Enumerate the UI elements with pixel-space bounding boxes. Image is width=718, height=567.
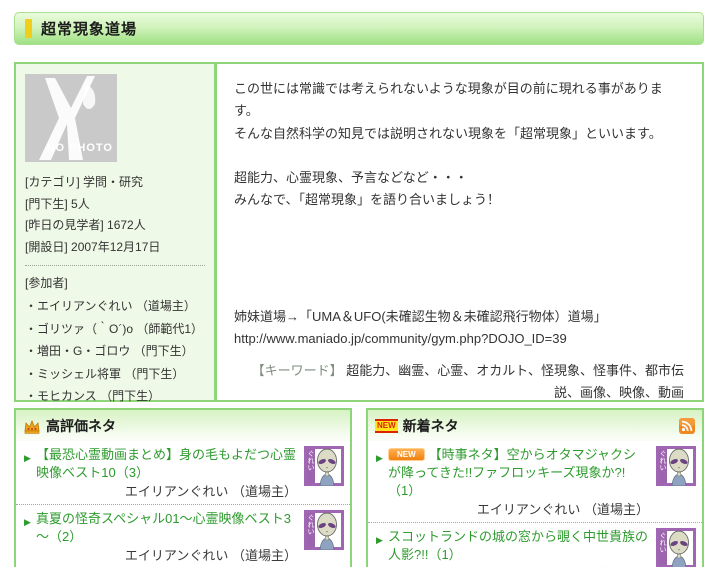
avatar[interactable]: ぐれい bbox=[656, 446, 696, 486]
info-label: [昨日の見学者] bbox=[25, 218, 104, 232]
info-value: 1672人 bbox=[107, 218, 146, 232]
panel-top-rated: 高評価ネタ ▶ 【最恐心霊動画まとめ】身の毛もよだつ心霊映像ベスト10（3） エイ… bbox=[14, 408, 352, 567]
panel-new-topics-header: NEW 新着ネタ bbox=[368, 410, 702, 441]
panel-top-rated-header: 高評価ネタ bbox=[16, 410, 350, 441]
avatar[interactable]: ぐれい bbox=[656, 528, 696, 567]
avatar[interactable]: ぐれい bbox=[304, 446, 344, 486]
topic-link[interactable]: 【最恐心霊動画まとめ】身の毛もよだつ心霊映像ベスト10（3） bbox=[36, 447, 296, 480]
crown-icon bbox=[23, 419, 41, 434]
avatar-name-strip: ぐれい bbox=[307, 450, 315, 471]
topic-author: エイリアンぐれい （道場主） bbox=[376, 501, 649, 519]
rss-icon[interactable] bbox=[679, 418, 695, 434]
panel-title: 新着ネタ bbox=[403, 416, 459, 436]
info-visitors: [昨日の見学者] 1672人 bbox=[25, 216, 205, 235]
description-line: そんな自然科学の知見では説明されない現象を「超常現象」といいます。 bbox=[234, 123, 686, 145]
members-heading: [参加者] bbox=[25, 274, 205, 293]
no-photo-label: NO PHOTO bbox=[25, 140, 113, 157]
list-item: ▶スコットランドの城の窓から覗く中世貴族の人影?!!（1） エイリアンぐれい （… bbox=[368, 522, 702, 567]
no-photo-image: NO PHOTO bbox=[25, 74, 117, 162]
description-line: みんなで、「超常現象」を語り合いましょう！ bbox=[234, 189, 686, 211]
topic-link[interactable]: 【時事ネタ】空からオタマジャクシが降ってきた!!ファフロッキーズ現象か?!（1） bbox=[388, 447, 636, 498]
dojo-description: この世には常識では考えられないような現象が目の前に現れる事があります。 そんな自… bbox=[217, 64, 702, 400]
title-accent-bar bbox=[25, 19, 32, 38]
topic-author: エイリアンぐれい （道場主） bbox=[24, 483, 297, 501]
member-item[interactable]: ・モヒカンス （門下生） bbox=[25, 387, 205, 406]
avatar[interactable]: ぐれい bbox=[304, 510, 344, 550]
triangle-bullet-icon: ▶ bbox=[376, 449, 383, 467]
panel-new-topics: NEW 新着ネタ ▶NEW【時事ネタ】空からオタマジャクシが降ってきた!!ファフ… bbox=[366, 408, 704, 567]
triangle-bullet-icon: ▶ bbox=[24, 449, 31, 467]
avatar-name-strip: ぐれい bbox=[659, 532, 667, 553]
panel-title: 高評価ネタ bbox=[46, 416, 116, 436]
keywords-line: 【キーワード】 超能力、幽霊、心霊、オカルト、怪現象、怪事件、都市伝説、画像、映… bbox=[234, 360, 686, 405]
description-line: この世には常識では考えられないような現象が目の前に現れる事があります。 bbox=[234, 78, 686, 123]
page: 超常現象道場 NO PHOTO [カテゴリ] 学問・研究 [門下生] 5人 [昨… bbox=[0, 12, 718, 567]
info-label: [開設日] bbox=[25, 240, 68, 254]
info-founded: [開設日] 2007年12月17日 bbox=[25, 238, 205, 257]
list-item: ▶ 【最恐心霊動画まとめ】身の毛もよだつ心霊映像ベスト10（3） エイリアンぐれい… bbox=[16, 441, 350, 504]
topic-link[interactable]: 真夏の怪奇スペシャル01～心霊映像ベスト3～（2） bbox=[36, 511, 291, 544]
member-item[interactable]: ・ミッシェル将軍 （門下生） bbox=[25, 365, 205, 384]
sister-dojo-url: http://www.maniado.jp/community/gym.php?… bbox=[234, 328, 686, 350]
topic-author: エイリアンぐれい （道場主） bbox=[24, 547, 297, 565]
avatar-name-strip: ぐれい bbox=[659, 450, 667, 471]
sister-dojo-line: 姉妹道場→「UMA＆UFO(未確認生物＆未確認飛行物体）道場」 bbox=[234, 306, 686, 328]
member-item[interactable]: ・ゴリツァ（｀O´)o （師範代1） bbox=[25, 320, 205, 339]
info-value: 5人 bbox=[71, 197, 90, 211]
info-value: 2007年12月17日 bbox=[71, 240, 160, 254]
sidebar: NO PHOTO [カテゴリ] 学問・研究 [門下生] 5人 [昨日の見学者] … bbox=[16, 64, 217, 400]
member-item[interactable]: ・エイリアンぐれい （道場主） bbox=[25, 297, 205, 316]
triangle-bullet-icon: ▶ bbox=[24, 513, 31, 531]
keywords-text: 超能力、幽霊、心霊、オカルト、怪現象、怪事件、都市伝説、画像、映像、動画 bbox=[346, 363, 684, 400]
info-value: 学問・研究 bbox=[83, 175, 143, 189]
list-item: ▶ 真夏の怪奇スペシャル01～心霊映像ベスト3～（2） エイリアンぐれい （道場主… bbox=[16, 504, 350, 567]
list-item: ▶ NEW【時事ネタ】空からオタマジャクシが降ってきた!!ファフロッキーズ現象か?… bbox=[368, 441, 702, 522]
info-category: [カテゴリ] 学問・研究 bbox=[25, 173, 205, 192]
dojo-info-box: NO PHOTO [カテゴリ] 学問・研究 [門下生] 5人 [昨日の見学者] … bbox=[14, 62, 704, 402]
info-label: [カテゴリ] bbox=[25, 175, 80, 189]
info-label: [門下生] bbox=[25, 197, 68, 211]
topic-link[interactable]: スコットランドの城の窓から覗く中世貴族の人影?!!（1） bbox=[388, 529, 648, 562]
page-title-bar: 超常現象道場 bbox=[14, 12, 704, 45]
member-item[interactable]: ・増田・G・ゴロウ （門下生） bbox=[25, 342, 205, 361]
bottom-row: 高評価ネタ ▶ 【最恐心霊動画まとめ】身の毛もよだつ心霊映像ベスト10（3） エイ… bbox=[14, 408, 704, 567]
info-students: [門下生] 5人 bbox=[25, 195, 205, 214]
sidebar-divider bbox=[25, 265, 205, 266]
keywords-label: 【キーワード】 bbox=[252, 363, 343, 378]
new-icon: NEW bbox=[375, 419, 398, 433]
page-title: 超常現象道場 bbox=[41, 18, 137, 39]
description-line: 超能力、心霊現象、予言などなど・・・ bbox=[234, 167, 686, 189]
triangle-bullet-icon: ▶ bbox=[376, 531, 383, 549]
avatar-name-strip: ぐれい bbox=[307, 514, 315, 535]
new-badge: NEW bbox=[388, 448, 425, 461]
